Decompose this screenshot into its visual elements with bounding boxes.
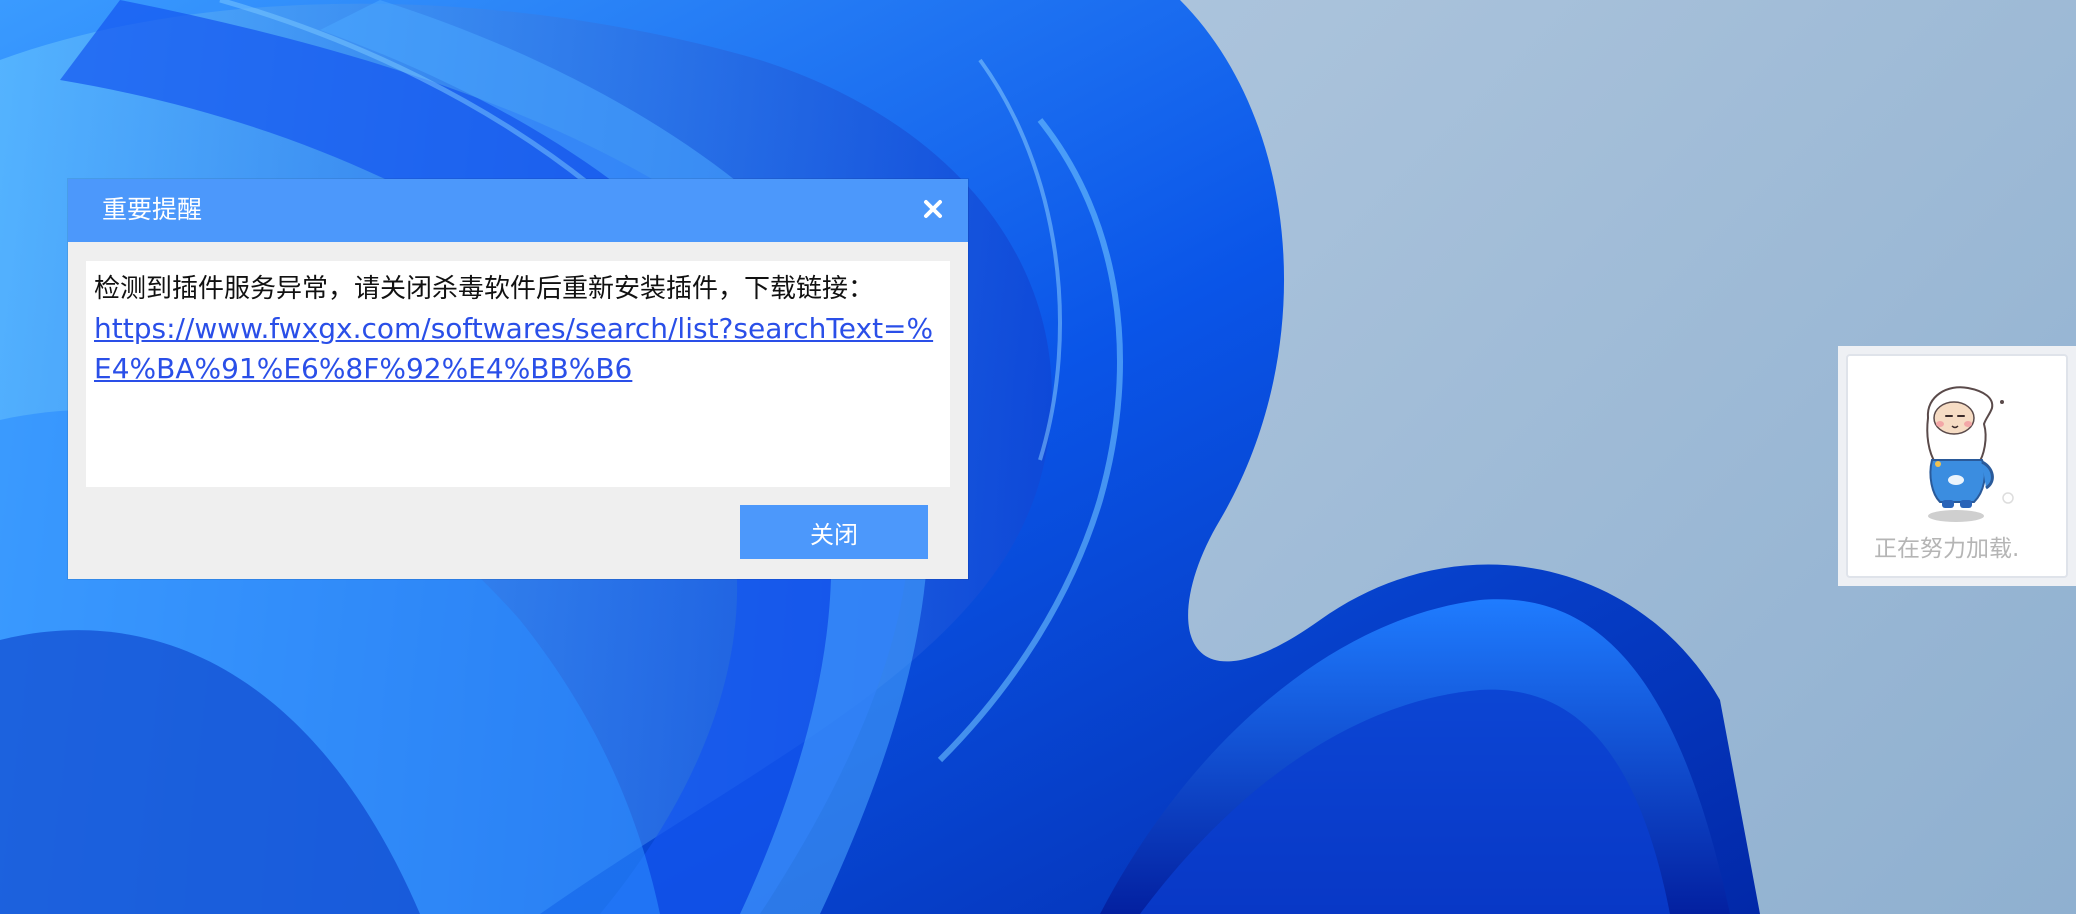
dialog-body: 检测到插件服务异常，请关闭杀毒软件后重新安装插件，下载链接： https://w… <box>86 261 950 487</box>
dialog-message: 检测到插件服务异常，请关闭杀毒软件后重新安装插件，下载链接： <box>94 274 875 304</box>
important-reminder-dialog: 重要提醒 检测到插件服务异常，请关闭杀毒软件后重新安装插件，下载链接： http… <box>68 179 968 579</box>
dialog-title: 重要提醒 <box>102 195 203 224</box>
loading-card: 正在努力加载. <box>1846 354 2068 578</box>
desktop: 重要提醒 检测到插件服务异常，请关闭杀毒软件后重新安装插件，下载链接： http… <box>0 0 2076 914</box>
download-link[interactable]: https://www.fwxgx.com/softwares/search/l… <box>94 309 934 389</box>
close-icon[interactable] <box>916 192 950 226</box>
loading-text: 正在努力加载. <box>1874 536 2020 562</box>
mascot-icon <box>1926 386 2014 522</box>
dialog-titlebar: 重要提醒 <box>68 179 968 242</box>
loading-widget: 正在努力加载. <box>1838 346 2076 586</box>
close-button[interactable]: 关闭 <box>740 505 928 559</box>
